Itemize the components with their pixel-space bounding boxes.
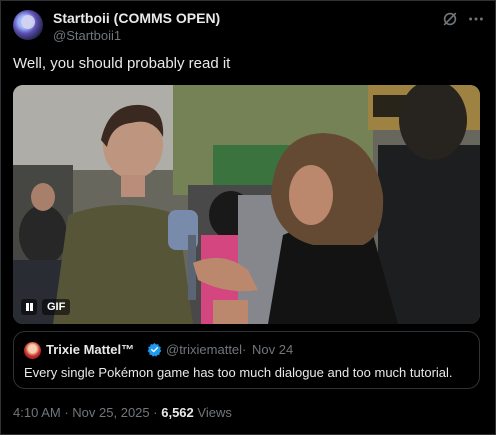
more-icon[interactable] xyxy=(467,10,485,28)
gif-badge: GIF xyxy=(42,299,71,315)
quoted-separator: · xyxy=(242,342,247,357)
grok-icon[interactable] xyxy=(441,10,459,28)
quoted-text: Every single Pokémon game has too much d… xyxy=(24,365,453,380)
gif-frame xyxy=(13,85,480,324)
quoted-author-avatar[interactable] xyxy=(24,342,41,359)
quoted-author-handle: @trixiemattel xyxy=(166,342,243,357)
tweet-metadata: 4:10 AM · Nov 25, 2025 · 6,562 Views xyxy=(13,405,232,420)
quoted-date[interactable]: Nov 24 xyxy=(252,342,293,357)
quoted-author-display-name: Trixie Mattel™ xyxy=(46,342,135,357)
tweet-time[interactable]: 4:10 AM xyxy=(13,405,61,420)
meta-separator: · xyxy=(64,405,69,420)
meta-separator: · xyxy=(153,405,158,420)
quoted-tweet[interactable]: Trixie Mattel™ @trixiemattel · Nov 24 Ev… xyxy=(13,331,480,389)
author-handle[interactable]: @Startboii1 xyxy=(53,28,121,43)
tweet-card[interactable]: Startboii (COMMS OPEN) @Startboii1 Well,… xyxy=(0,0,496,435)
gif-media[interactable] xyxy=(13,85,480,324)
pause-icon[interactable] xyxy=(21,299,37,315)
tweet-date[interactable]: Nov 25, 2025 xyxy=(72,405,149,420)
author-avatar[interactable] xyxy=(13,10,43,40)
author-display-name[interactable]: Startboii (COMMS OPEN) xyxy=(53,10,220,26)
verified-badge-icon xyxy=(147,343,162,357)
tweet-text: Well, you should probably read it xyxy=(13,55,231,72)
views-label: Views xyxy=(197,405,232,420)
views-count: 6,562 xyxy=(161,405,194,420)
